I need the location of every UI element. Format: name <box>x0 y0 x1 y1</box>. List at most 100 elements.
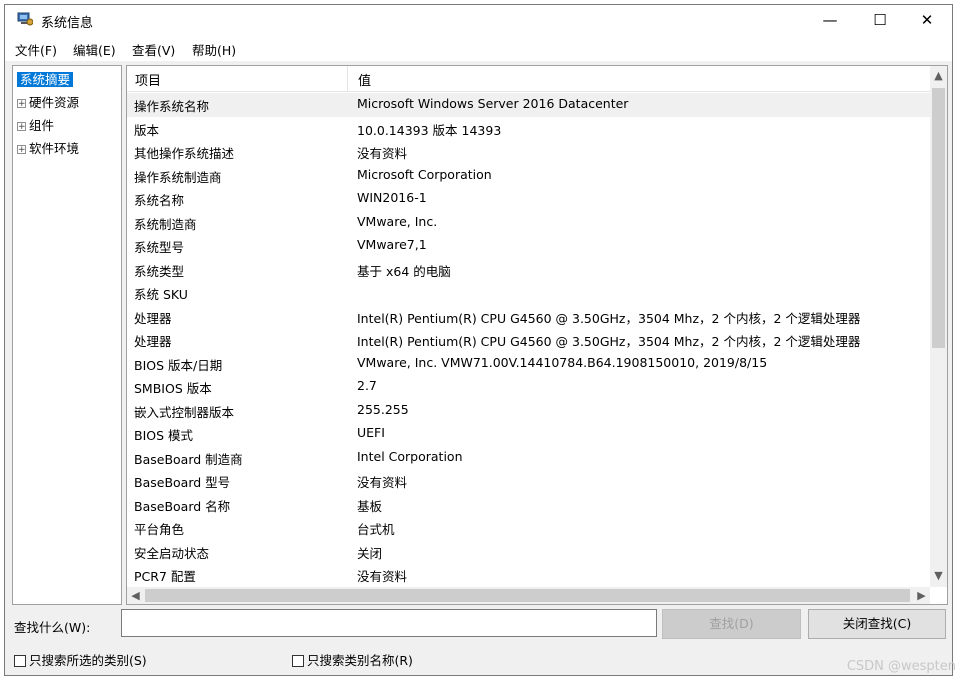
table-row[interactable]: 系统型号 VMware7,1 <box>127 234 930 258</box>
row-item-cell: 安全启动状态 <box>134 545 210 561</box>
scroll-right-icon[interactable]: ▶ <box>913 589 930 602</box>
row-item-cell: 系统名称 <box>134 193 185 208</box>
table-row[interactable]: BIOS 模式 UEFI <box>127 422 930 446</box>
category-tree[interactable]: 系统摘要 + 硬件资源 + 组件 + 软件环境 <box>12 65 122 605</box>
menu-bar: 文件(F) 编辑(E) 查看(V) 帮助(H) <box>5 35 952 61</box>
row-value-cell: VMware, Inc. VMW71.00V.14410784.B64.1908… <box>357 354 768 370</box>
row-item-cell: 处理器 <box>134 310 172 326</box>
table-row[interactable]: BaseBoard 型号 没有资料 <box>127 469 930 493</box>
scroll-left-icon[interactable]: ◀ <box>127 589 144 602</box>
table-row[interactable]: 操作系统名称 Microsoft Windows Server 2016 Data… <box>127 93 930 117</box>
vertical-scroll-thumb[interactable] <box>932 88 945 348</box>
row-value-cell: 2.7 <box>357 378 377 393</box>
expand-icon[interactable]: + <box>17 145 26 155</box>
row-item-cell: 系统类型 <box>134 263 185 279</box>
row-item-cell: 操作系统制造商 <box>134 169 222 185</box>
menu-file[interactable]: 文件(F) <box>15 40 57 59</box>
close-find-button[interactable]: 关闭查找(C) <box>808 609 946 639</box>
row-item-cell: 嵌入式控制器版本 <box>134 404 235 420</box>
row-value-cell: Intel(R) Pentium(R) CPU G4560 @ 3.50GHz，… <box>357 334 861 349</box>
window-title: 系统信息 <box>41 16 94 31</box>
details-list[interactable]: 项目 值 操作系统名称 Microsoft Windows Server 2016… <box>126 65 948 605</box>
horizontal-scrollbar[interactable]: ◀ ▶ <box>127 587 930 604</box>
title-bar[interactable]: 系统信息 — ☐ ✕ <box>5 5 952 35</box>
table-row[interactable]: 系统类型 基于 x64 的电脑 <box>127 258 930 282</box>
row-value-cell: Microsoft Corporation <box>357 166 492 182</box>
row-value-cell: 基板 <box>357 498 383 514</box>
table-row[interactable]: 操作系统制造商 Microsoft Corporation <box>127 164 930 188</box>
row-value-cell: 10.0.14393 版本 14393 <box>357 122 502 138</box>
column-header-value[interactable]: 值 <box>358 70 371 89</box>
row-item-cell: 平台角色 <box>134 522 185 537</box>
row-item-cell: BaseBoard 名称 <box>134 498 231 514</box>
table-row[interactable]: 嵌入式控制器版本 255.255 <box>127 399 930 423</box>
maximize-button[interactable]: ☐ <box>855 5 905 35</box>
expand-icon[interactable]: + <box>17 99 26 109</box>
table-row[interactable]: 系统 SKU <box>127 281 930 305</box>
row-value-cell: VMware7,1 <box>357 237 427 252</box>
row-item-cell: 系统制造商 <box>134 216 197 232</box>
minimize-button[interactable]: — <box>805 5 855 35</box>
column-header-item[interactable]: 项目 <box>135 70 161 89</box>
row-item-cell: BIOS 模式 <box>134 428 194 443</box>
row-item-cell: 系统 SKU <box>134 287 188 302</box>
row-value-cell: Intel(R) Pentium(R) CPU G4560 @ 3.50GHz，… <box>357 310 861 326</box>
row-item-cell: 系统型号 <box>134 240 185 255</box>
table-row[interactable]: 处理器 Intel(R) Pentium(R) CPU G4560 @ 3.50G… <box>127 328 930 352</box>
table-row[interactable]: SMBIOS 版本 2.7 <box>127 375 930 399</box>
row-item-cell: BIOS 版本/日期 <box>134 357 223 373</box>
column-divider[interactable] <box>347 66 348 91</box>
tree-item-hardware[interactable]: + 硬件资源 <box>17 93 79 113</box>
table-row[interactable]: 处理器 Intel(R) Pentium(R) CPU G4560 @ 3.50G… <box>127 305 930 329</box>
table-row[interactable]: BaseBoard 制造商 Intel Corporation <box>127 446 930 470</box>
checkbox-box[interactable] <box>292 655 304 667</box>
tree-item-software[interactable]: + 软件环境 <box>17 139 79 159</box>
row-value-cell: Microsoft Windows Server 2016 Datacenter <box>357 96 629 111</box>
table-row[interactable]: 其他操作系统描述 没有资料 <box>127 140 930 164</box>
find-button[interactable]: 查找(D) <box>662 609 801 639</box>
tree-item-label: 系统摘要 <box>17 72 74 87</box>
menu-view[interactable]: 查看(V) <box>132 40 175 59</box>
row-value-cell: 没有资料 <box>357 475 408 490</box>
table-row[interactable]: 平台角色 台式机 <box>127 516 930 540</box>
horizontal-scroll-thumb[interactable] <box>145 589 910 602</box>
system-info-window: 系统信息 — ☐ ✕ 文件(F) 编辑(E) 查看(V) 帮助(H) 系统摘要 … <box>4 4 953 676</box>
table-row[interactable]: 安全启动状态 关闭 <box>127 540 930 564</box>
scroll-up-icon[interactable]: ▲ <box>930 69 947 82</box>
vertical-scrollbar[interactable]: ▲ ▼ <box>930 66 947 587</box>
row-value-cell: 关闭 <box>357 545 383 561</box>
row-value-cell: 没有资料 <box>357 146 408 161</box>
only-category-names-checkbox[interactable]: 只搜索类别名称(R) <box>292 650 413 669</box>
table-row[interactable]: 版本 10.0.14393 版本 14393 <box>127 117 930 141</box>
row-item-cell: PCR7 配置 <box>134 569 196 583</box>
list-header: 项目 值 <box>127 66 930 92</box>
checkbox-box[interactable] <box>14 655 26 667</box>
row-item-cell: 操作系统名称 <box>134 99 210 114</box>
list-rows: 操作系统名称 Microsoft Windows Server 2016 Data… <box>127 93 930 583</box>
search-input[interactable] <box>121 609 657 637</box>
row-item-cell: 处理器 <box>134 334 172 349</box>
menu-edit[interactable]: 编辑(E) <box>73 40 116 59</box>
tree-item-components[interactable]: + 组件 <box>17 116 54 136</box>
close-button[interactable]: ✕ <box>902 5 952 35</box>
table-row[interactable]: BIOS 版本/日期 VMware, Inc. VMW71.00V.1441078… <box>127 352 930 376</box>
tree-item-label: 组件 <box>29 118 55 133</box>
watermark: CSDN @wespten <box>846 659 956 674</box>
row-item-cell: BaseBoard 制造商 <box>134 451 243 467</box>
row-item-cell: 版本 <box>134 122 160 138</box>
row-value-cell: 255.255 <box>357 401 409 417</box>
table-row[interactable]: BaseBoard 名称 基板 <box>127 493 930 517</box>
table-row[interactable]: 系统制造商 VMware, Inc. <box>127 211 930 235</box>
scroll-down-icon[interactable]: ▼ <box>930 569 947 582</box>
menu-help[interactable]: 帮助(H) <box>192 40 236 59</box>
row-value-cell: Intel Corporation <box>357 448 463 464</box>
row-item-cell: SMBIOS 版本 <box>134 381 212 396</box>
table-row[interactable]: 系统名称 WIN2016-1 <box>127 187 930 211</box>
expand-icon[interactable]: + <box>17 122 26 132</box>
table-row[interactable]: PCR7 配置 没有资料 <box>127 563 930 583</box>
only-selected-category-checkbox[interactable]: 只搜索所选的类别(S) <box>14 650 147 669</box>
row-item-cell: BaseBoard 型号 <box>134 475 231 490</box>
tree-item-summary[interactable]: 系统摘要 <box>17 70 74 90</box>
system-info-icon <box>17 12 33 26</box>
row-value-cell: WIN2016-1 <box>357 190 427 205</box>
